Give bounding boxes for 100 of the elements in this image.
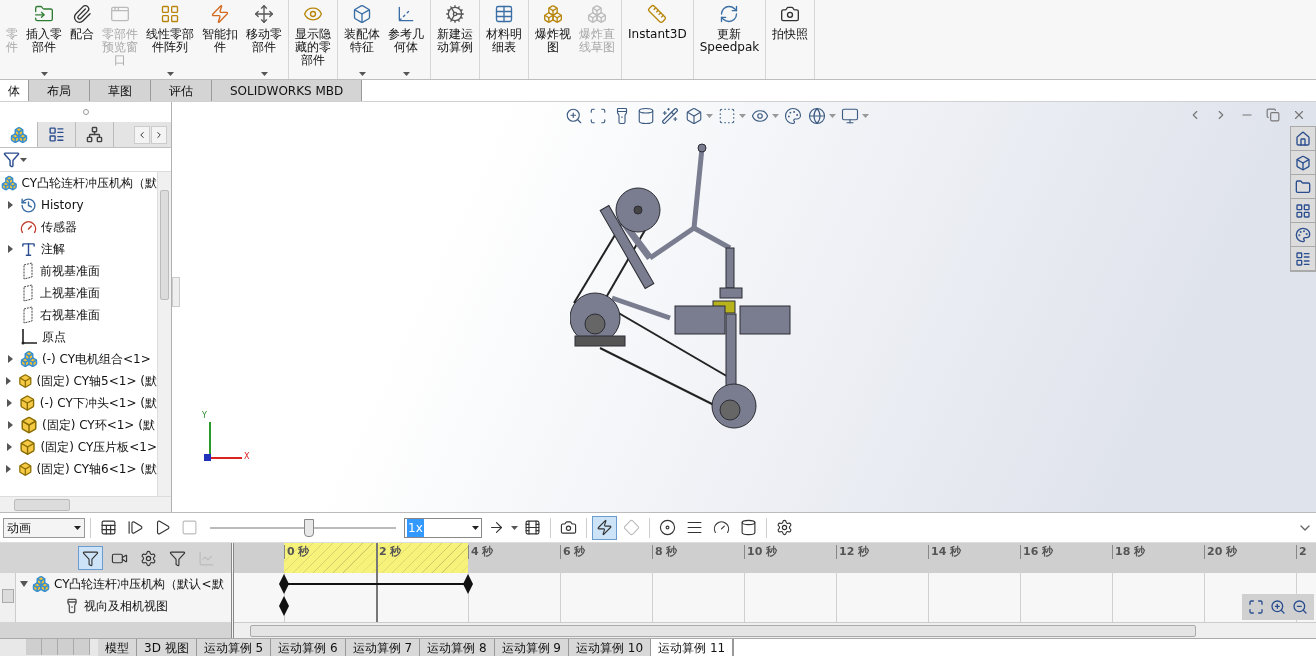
toolbar-button[interactable]: 材料明 细表 bbox=[482, 0, 526, 79]
motion-tree-label[interactable]: 视向及相机视图 bbox=[84, 597, 168, 615]
study-tab[interactable]: 运动算例 8 bbox=[420, 639, 495, 656]
time-label: 10 秒 bbox=[744, 545, 778, 559]
view-tool-button[interactable] bbox=[807, 106, 827, 126]
tree-item-label[interactable]: (固定) CY轴5<1> (默 bbox=[36, 372, 157, 390]
graphics-area[interactable]: Y X bbox=[172, 102, 1316, 512]
part-icon bbox=[19, 438, 37, 456]
expand-arrow-icon[interactable] bbox=[7, 245, 13, 253]
toolbar-button[interactable]: 显示隐 藏的零 部件 bbox=[291, 0, 335, 79]
keyframe-marker[interactable] bbox=[463, 574, 473, 594]
study-tab[interactable]: 运动算例 9 bbox=[494, 639, 569, 656]
vertical-scrollbar[interactable] bbox=[157, 172, 171, 496]
study-type-dropdown[interactable]: 动画 bbox=[3, 517, 85, 538]
motion-tool-button[interactable] bbox=[78, 546, 103, 570]
zoom-in-icon[interactable] bbox=[1270, 599, 1286, 615]
toolbar-button[interactable]: 拍快照 bbox=[768, 0, 813, 79]
command-tab[interactable]: SOLIDWORKS MBD bbox=[212, 80, 363, 101]
tree-item-label[interactable]: (固定) CY压片板<1> bbox=[40, 438, 157, 456]
tree-item-label[interactable]: 前视基准面 bbox=[40, 262, 100, 280]
tree-item-label[interactable]: (固定) CY环<1> (默 bbox=[42, 416, 155, 434]
axes-icon bbox=[396, 4, 416, 24]
toolbar-button[interactable]: 更新 Speedpak bbox=[695, 0, 764, 79]
expand-arrow-icon[interactable] bbox=[7, 201, 13, 209]
feature-manager-tab[interactable] bbox=[0, 122, 38, 147]
command-tab[interactable]: 布局 bbox=[29, 80, 90, 101]
list-icon bbox=[1295, 250, 1311, 267]
slider-thumb[interactable] bbox=[303, 518, 314, 537]
gauge-icon bbox=[20, 218, 37, 236]
view-tool-button[interactable] bbox=[588, 106, 608, 126]
vertical-scrollbar[interactable] bbox=[0, 573, 16, 622]
command-tab[interactable]: 评估 bbox=[151, 80, 212, 101]
tree-item-label[interactable]: (固定) CY轴6<1> (默 bbox=[36, 460, 157, 478]
view-tool-button[interactable] bbox=[564, 106, 584, 126]
tree-item[interactable]: CY凸轮连杆冲压机构（默 bbox=[0, 172, 157, 194]
contact-icon bbox=[740, 519, 757, 536]
study-tab[interactable]: 运动算例 6 bbox=[271, 639, 346, 656]
study-tab[interactable]: 运动算例 10 bbox=[568, 639, 652, 656]
motion-tree-label[interactable]: CY凸轮连杆冲压机构（默认<默 bbox=[54, 575, 224, 593]
toolbar-button[interactable]: 爆炸视 图 bbox=[531, 0, 575, 79]
command-tab[interactable]: 草图 bbox=[90, 80, 151, 101]
folder-icon bbox=[1295, 178, 1311, 195]
toolbar-button[interactable]: 装配体 特征 bbox=[340, 0, 384, 79]
view-tool-button[interactable] bbox=[783, 106, 803, 126]
study-tab[interactable]: 运动算例 5 bbox=[196, 639, 272, 656]
zoom-out-icon[interactable] bbox=[1292, 599, 1308, 615]
toolbar-button[interactable]: 移动零 部件 bbox=[242, 0, 286, 79]
assembly-icon bbox=[32, 575, 50, 593]
tree-item-label[interactable]: 注解 bbox=[41, 240, 65, 258]
expand-arrow-icon[interactable] bbox=[7, 443, 13, 451]
keyframe-marker[interactable] bbox=[279, 574, 289, 594]
collapse-arrow-icon[interactable] bbox=[20, 581, 28, 587]
expand-arrow-icon[interactable] bbox=[7, 399, 13, 407]
toolbar-button[interactable]: 新建运 动算例 bbox=[433, 0, 477, 79]
motion-tool-button[interactable] bbox=[592, 515, 617, 540]
toolbar-button[interactable]: 插入零 部件 bbox=[22, 0, 66, 79]
expand-arrow-icon[interactable] bbox=[7, 421, 13, 429]
horizontal-scrollbar[interactable] bbox=[0, 496, 171, 512]
tree-item-label[interactable]: 原点 bbox=[42, 328, 66, 346]
tree-item-label[interactable]: (-) CY下冲头<1> (默 bbox=[39, 394, 157, 412]
study-tab[interactable]: 运动算例 7 bbox=[345, 639, 421, 656]
toolbar-button[interactable]: 配合 bbox=[66, 0, 98, 79]
panel-splitter-handle[interactable] bbox=[172, 277, 180, 307]
zoom-fit-icon[interactable] bbox=[1248, 599, 1264, 615]
palette-icon bbox=[784, 107, 802, 125]
plane-icon bbox=[20, 306, 36, 324]
tree-item-label[interactable]: 传感器 bbox=[41, 218, 77, 236]
close-icon[interactable] bbox=[1292, 108, 1306, 122]
toolbar-button[interactable]: 线性零部 件阵列 bbox=[142, 0, 198, 79]
study-tab[interactable]: 模型 bbox=[98, 639, 137, 656]
expand-arrow-icon[interactable] bbox=[6, 377, 12, 385]
view-tool-button[interactable] bbox=[660, 106, 680, 126]
toolbar-button[interactable]: Instant3D bbox=[624, 0, 691, 79]
grid-icon bbox=[160, 4, 180, 24]
toolbar-button[interactable]: 智能扣 件 bbox=[198, 0, 242, 79]
tree-item-label[interactable]: 上视基准面 bbox=[40, 284, 100, 302]
tree-item-label[interactable]: 右视基准面 bbox=[40, 306, 100, 324]
horizontal-scrollbar[interactable] bbox=[234, 622, 1316, 638]
assembly-icon bbox=[1, 174, 18, 192]
keyframe-marker[interactable] bbox=[279, 596, 289, 616]
restore-icon[interactable] bbox=[1266, 108, 1280, 122]
tree-item-label[interactable]: (-) CY电机组合<1> bbox=[42, 350, 151, 368]
film-icon bbox=[524, 519, 541, 536]
study-tab[interactable]: 3D 视图 bbox=[137, 639, 197, 656]
view-tool-button[interactable] bbox=[636, 106, 656, 126]
eye-icon bbox=[751, 107, 769, 125]
view-tool-button[interactable] bbox=[840, 106, 860, 126]
step-play-icon bbox=[127, 519, 144, 536]
wand-icon bbox=[661, 107, 679, 125]
study-tab[interactable]: 运动算例 11 bbox=[651, 639, 734, 656]
toolbar-button[interactable]: 参考几 何体 bbox=[384, 0, 428, 79]
expand-arrow-icon[interactable] bbox=[7, 355, 13, 363]
boxes-icon bbox=[543, 4, 563, 24]
history-icon bbox=[20, 196, 37, 214]
time-slider[interactable] bbox=[210, 517, 396, 538]
tree-item-label[interactable]: History bbox=[41, 196, 84, 214]
expand-arrow-icon[interactable] bbox=[6, 465, 12, 473]
filter-button[interactable] bbox=[3, 151, 27, 168]
settings-icon bbox=[776, 519, 793, 536]
timeline-ruler[interactable]: 0 秒 2 秒 4 秒 6 秒 8 秒 10 秒 12 秒 14 秒 16 秒 18 秒 20 秒 2 bbox=[234, 543, 1316, 573]
